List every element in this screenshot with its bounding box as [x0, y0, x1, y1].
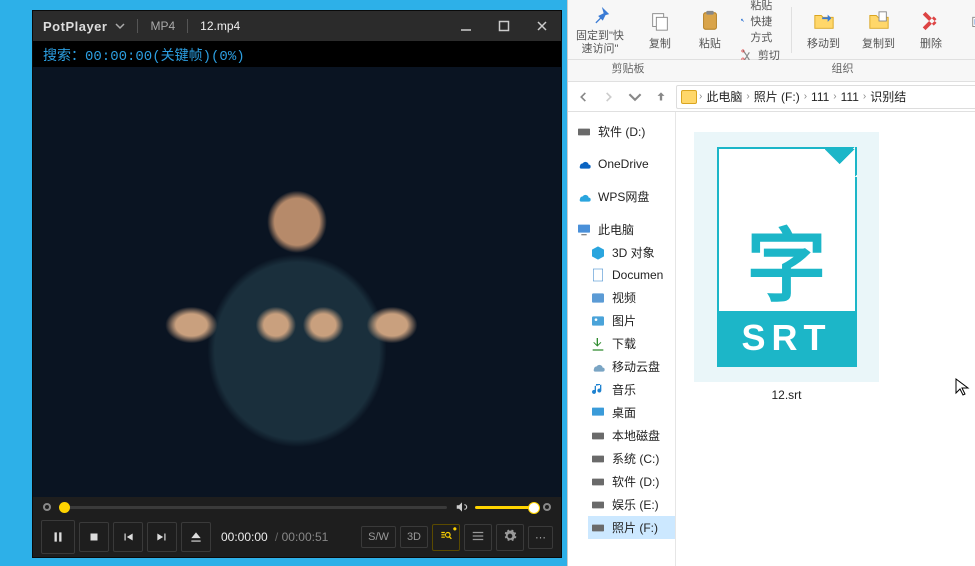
group-clipboard: 剪贴板 — [568, 60, 688, 81]
playlist-button[interactable] — [464, 524, 492, 551]
potplayer-window: PotPlayer MP4 12.mp4 搜索：00:00:00(关键帧)(0%… — [32, 10, 562, 558]
crumb-seg1[interactable]: 照片 (F:) — [752, 88, 802, 105]
seek-bar[interactable] — [59, 506, 447, 509]
time-current: 00:00:00 — [221, 530, 268, 544]
seek-start-icon[interactable] — [43, 503, 51, 511]
gear-icon — [503, 529, 517, 543]
group-organize: 组织 — [688, 60, 975, 81]
tree-soft-d2[interactable]: 软件 (D:) — [588, 470, 675, 493]
tree-ent-e[interactable]: 娱乐 (E:) — [588, 493, 675, 516]
tree-desktop[interactable]: 桌面 — [588, 401, 675, 424]
tree-system-c[interactable]: 系统 (C:) — [588, 447, 675, 470]
ribbon-groups: 剪贴板 组织 — [568, 60, 975, 82]
ribbon-paste[interactable]: 粘贴 — [690, 9, 730, 51]
player-controls: 00:00:00 / 00:00:51 S/W 3D ⋯ — [33, 517, 561, 557]
volume-control[interactable] — [455, 500, 535, 514]
tree-localdisk[interactable]: 本地磁盘 — [588, 424, 675, 447]
tree-documents[interactable]: Documen — [588, 264, 675, 286]
tree-3dobjects[interactable]: 3D 对象 — [588, 241, 675, 264]
seek-bar-container — [33, 497, 561, 517]
cursor-icon — [955, 378, 971, 403]
explorer-window: 固定到"快 速访问" 复制 粘贴 粘贴快捷方式 剪切 移动到 — [567, 0, 975, 566]
ribbon-paste-shortcut[interactable]: 粘贴快捷方式 — [740, 0, 781, 45]
tree-wps[interactable]: WPS网盘 — [574, 185, 675, 208]
eject-button[interactable] — [181, 522, 211, 552]
pause-button[interactable] — [41, 520, 75, 554]
ribbon-moveto[interactable]: 移动到 — [801, 9, 846, 51]
crumb-seg3[interactable]: 111 — [839, 90, 861, 104]
stop-button[interactable] — [79, 522, 109, 552]
srt-band: SRT — [719, 311, 855, 365]
sw-button[interactable]: S/W — [361, 526, 396, 548]
tree-onedrive[interactable]: OneDrive — [574, 153, 675, 175]
next-button[interactable] — [147, 522, 177, 552]
file-name: 12.srt — [771, 388, 801, 402]
crumb-seg4[interactable]: 识别结 — [868, 88, 908, 105]
video-frame — [33, 67, 561, 497]
3d-button[interactable]: 3D — [400, 526, 428, 548]
breadcrumb[interactable]: › 此电脑 › 照片 (F:) › 111 › 111 › 识别结 — [676, 85, 975, 109]
app-name: PotPlayer — [43, 19, 107, 34]
ribbon-copyto[interactable]: 复制到 — [856, 9, 901, 51]
ribbon: 固定到"快 速访问" 复制 粘贴 粘贴快捷方式 剪切 移动到 — [568, 0, 975, 60]
settings-button[interactable] — [496, 524, 524, 551]
copy-icon — [649, 10, 671, 32]
explorer-body: 软件 (D:) OneDrive WPS网盘 此电脑 3D 对象 Documen… — [568, 112, 975, 566]
tree-clouddisk[interactable]: 移动云盘 — [588, 355, 675, 378]
file-pane[interactable]: 字 SRT 12.srt — [676, 112, 975, 566]
folder-icon — [681, 90, 697, 104]
moveto-icon — [813, 10, 835, 32]
file-item-srt[interactable]: 字 SRT 12.srt — [694, 132, 879, 402]
paste-icon — [699, 10, 721, 32]
subtitle-search-button[interactable] — [432, 524, 460, 551]
search-status: 搜索：00:00:00(关键帧)(0%) — [33, 41, 561, 67]
filename-label: 12.mp4 — [200, 19, 240, 33]
video-area[interactable] — [33, 67, 561, 497]
volume-icon — [455, 500, 469, 514]
address-bar: › 此电脑 › 照片 (F:) › 111 › 111 › 识别结 — [568, 82, 975, 112]
tree-downloads[interactable]: 下载 — [588, 332, 675, 355]
seek-end-icon[interactable] — [543, 503, 551, 511]
shortcut-icon — [740, 14, 746, 28]
nav-tree[interactable]: 软件 (D:) OneDrive WPS网盘 此电脑 3D 对象 Documen… — [568, 112, 676, 566]
tree-pictures[interactable]: 图片 — [588, 309, 675, 332]
copyto-icon — [868, 10, 890, 32]
time-display: 00:00:00 / 00:00:51 — [221, 530, 328, 545]
format-label: MP4 — [150, 19, 175, 33]
tree-music[interactable]: 音乐 — [588, 378, 675, 401]
magnify-list-icon — [439, 529, 453, 543]
time-duration: 00:00:51 — [282, 530, 329, 544]
chevron-down-icon[interactable] — [115, 21, 125, 31]
potplayer-titlebar[interactable]: PotPlayer MP4 12.mp4 — [33, 11, 561, 41]
nav-forward-button[interactable] — [598, 86, 620, 108]
maximize-button[interactable] — [489, 14, 519, 38]
crumb-root[interactable]: 此电脑 — [704, 88, 744, 105]
ribbon-delete[interactable]: 删除 — [911, 9, 951, 51]
file-thumbnail: 字 SRT — [694, 132, 879, 382]
delete-icon — [920, 10, 942, 32]
pin-icon — [589, 5, 611, 27]
tree-soft-d[interactable]: 软件 (D:) — [574, 120, 675, 143]
nav-recent-button[interactable] — [624, 86, 646, 108]
close-button[interactable] — [527, 14, 557, 38]
tree-photo-f[interactable]: 照片 (F:) — [588, 516, 675, 539]
nav-back-button[interactable] — [572, 86, 594, 108]
tree-thispc[interactable]: 此电脑 — [574, 218, 675, 241]
prev-button[interactable] — [113, 522, 143, 552]
minimize-button[interactable] — [451, 14, 481, 38]
nav-up-button[interactable] — [650, 86, 672, 108]
rename-icon — [970, 10, 975, 32]
tree-videos[interactable]: 视频 — [588, 286, 675, 309]
more-button[interactable]: ⋯ — [528, 526, 553, 549]
srt-glyph: 字 — [747, 227, 827, 307]
ribbon-pin[interactable]: 固定到"快 速访问" — [570, 4, 630, 54]
list-icon — [471, 529, 485, 543]
ribbon-copy[interactable]: 复制 — [640, 9, 680, 51]
ribbon-paste-sub: 粘贴快捷方式 剪切 — [740, 0, 781, 63]
crumb-seg2[interactable]: 111 — [809, 90, 831, 104]
ribbon-rename[interactable]: 重 — [961, 9, 975, 51]
